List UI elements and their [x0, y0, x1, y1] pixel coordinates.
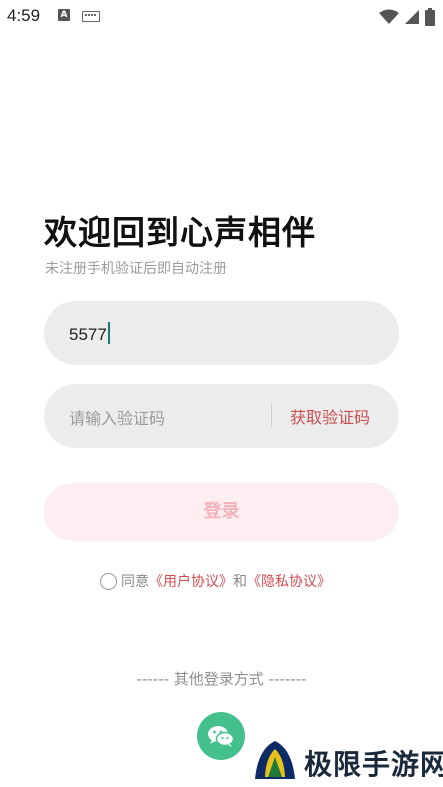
agreement-row: 同意《用户协议》和《隐私协议》 — [100, 571, 331, 591]
keyboard-icon — [82, 11, 100, 22]
user-agreement-link[interactable]: 《用户协议》 — [149, 574, 233, 590]
status-time: 4:59 — [7, 6, 41, 25]
agreement-conjunction: 和 — [233, 574, 247, 590]
phone-input-text: 5577 — [69, 325, 107, 344]
status-bar: 4:59 A — [0, 0, 443, 32]
watermark-logo-icon — [255, 741, 295, 779]
page-subtitle: 未注册手机验证后即自动注册 — [45, 261, 227, 277]
a-notification-icon: A — [58, 9, 70, 21]
wechat-login-button[interactable] — [197, 712, 245, 760]
signal-icon — [404, 9, 419, 24]
privacy-agreement-link[interactable]: 《隐私协议》 — [247, 574, 331, 590]
verification-code-field: 请输入验证码 获取验证码 — [44, 384, 399, 448]
phone-input-value: 5577 — [69, 322, 110, 345]
page-title: 欢迎回到心声相伴 — [44, 213, 316, 252]
agreement-checkbox[interactable] — [100, 573, 117, 590]
login-button[interactable]: 登录 — [44, 483, 399, 541]
wifi-icon — [378, 9, 399, 24]
status-icons — [378, 6, 435, 26]
divider — [271, 403, 272, 427]
wechat-icon — [208, 726, 235, 747]
get-code-button[interactable]: 获取验证码 — [290, 404, 370, 428]
agreement-prefix: 同意 — [121, 574, 149, 590]
other-login-label: ------ 其他登录方式 ------- — [136, 670, 307, 688]
text-cursor — [107, 322, 110, 344]
battery-icon — [425, 7, 435, 26]
verification-code-input[interactable]: 请输入验证码 — [69, 405, 165, 429]
watermark-text: 极限手游网 — [304, 748, 443, 781]
phone-input[interactable]: 5577 — [44, 301, 399, 365]
